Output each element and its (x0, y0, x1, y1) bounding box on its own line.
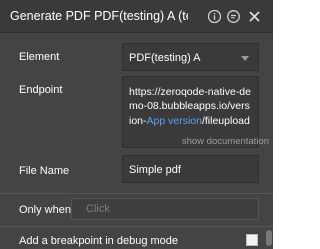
only-when-label: Only when (19, 204, 71, 216)
show-documentation-link[interactable]: show documentation (182, 136, 269, 147)
element-dropdown-value: PDF(testing) A (129, 52, 201, 64)
section-divider (0, 193, 273, 194)
endpoint-dynamic-expression[interactable]: App version (147, 115, 202, 127)
file-name-value: Simple pdf (129, 164, 181, 176)
breakpoint-checkbox[interactable] (246, 234, 258, 246)
only-when-input[interactable]: Click (71, 198, 259, 220)
chevron-down-icon (241, 56, 249, 61)
endpoint-value: https://zeroqode-native-demo-08.bubbleap… (129, 85, 251, 128)
property-editor-panel: Generate PDF PDF(testing) A (tes Element… (0, 0, 273, 249)
close-icon[interactable] (248, 10, 261, 23)
file-name-label: File Name (19, 165, 70, 177)
panel-title: Generate PDF PDF(testing) A (tes (10, 9, 188, 23)
endpoint-static-suffix: /fileupload (201, 114, 250, 127)
file-name-input[interactable]: Simple pdf (122, 155, 259, 183)
element-dropdown[interactable]: PDF(testing) A (122, 43, 259, 71)
only-when-placeholder: Click (86, 203, 110, 215)
info-icon[interactable] (208, 10, 221, 23)
section-divider-2 (0, 226, 273, 227)
endpoint-label: Endpoint (19, 84, 63, 96)
comment-icon[interactable] (227, 10, 240, 23)
element-label: Element (19, 51, 60, 63)
panel-titlebar[interactable]: Generate PDF PDF(testing) A (tes (0, 0, 273, 33)
scrollbar-thumb[interactable] (266, 230, 272, 246)
breakpoint-label: Add a breakpoint in debug mode (19, 235, 179, 247)
